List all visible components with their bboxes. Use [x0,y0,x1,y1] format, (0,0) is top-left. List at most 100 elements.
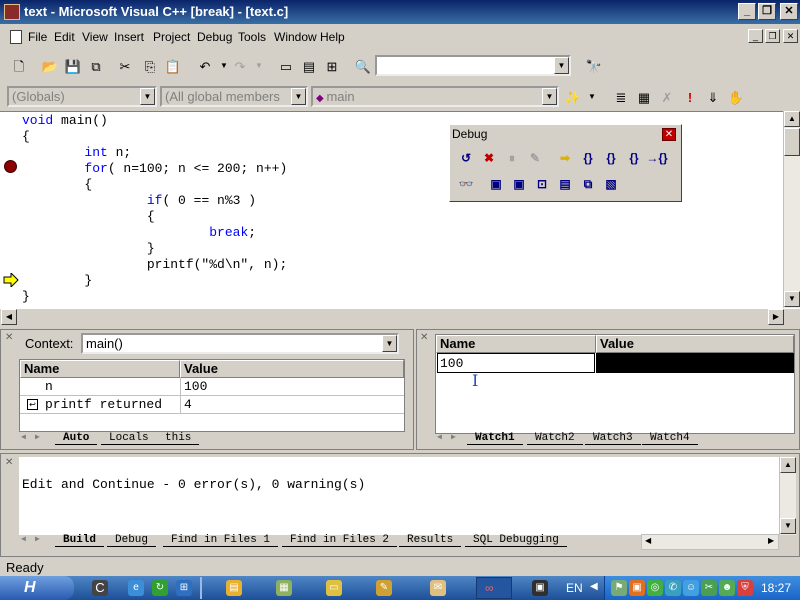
code-line[interactable]: int n; [22,145,131,161]
tab-find-in-files-2[interactable]: Find in Files 2 [282,534,398,547]
table-row[interactable]: 100 [436,353,794,373]
tab-watch4[interactable]: Watch4 [642,432,698,445]
minimize-button[interactable]: _ [738,3,756,20]
tab-auto[interactable]: Auto [55,432,98,445]
stop-debugging-icon[interactable]: ✖ [479,148,499,168]
menu-help[interactable]: Help [320,30,345,44]
ie-icon[interactable]: e [128,580,144,596]
variables-grid[interactable]: Name Value n 100 ↩ printf returned 4 [19,359,405,432]
output-horizontal-scrollbar[interactable]: ◀ ▶ [641,534,779,550]
code-line[interactable]: printf("%d\n", n); [22,257,287,273]
tab-build[interactable]: Build [55,534,105,547]
save-icon[interactable]: 💾 [63,56,83,76]
pane-grip-icon[interactable]: ✕ [5,332,13,343]
wizard-dropdown-icon[interactable]: ▼ [582,87,602,107]
function-combo[interactable]: ◆ main ▼ [311,86,559,107]
scroll-left-icon[interactable]: ◀ [645,536,651,545]
folder-task-icon[interactable]: ▤ [226,580,242,596]
tray-chat-icon[interactable]: ✆ [665,580,681,596]
code-line[interactable]: } [22,289,30,305]
variables-window-icon[interactable]: ▣ [509,174,529,194]
language-indicator[interactable]: EN [566,581,583,595]
redo-icon[interactable]: ↷ [230,56,250,76]
step-out-icon[interactable]: {} [624,148,644,168]
tab-watch3[interactable]: Watch3 [585,432,641,445]
tab-watch2[interactable]: Watch2 [527,432,583,445]
tab-sql-debugging[interactable]: SQL Debugging [465,534,567,547]
watch-window-icon[interactable]: ▣ [486,174,506,194]
tab-find-in-files-1[interactable]: Find in Files 1 [163,534,279,547]
menu-debug[interactable]: Debug [197,30,232,44]
code-line[interactable]: } [22,273,92,289]
chevron-down-icon[interactable]: ▼ [382,335,397,352]
scroll-right-icon[interactable]: ▶ [768,309,784,325]
table-row[interactable]: ↩ printf returned 4 [20,396,404,414]
mdi-minimize-button[interactable]: _ [748,29,763,43]
compile-icon[interactable]: ≣ [611,87,631,107]
close-icon[interactable]: ✕ [662,128,676,141]
chevron-down-icon[interactable]: ▼ [291,88,306,105]
step-over-icon[interactable]: {} [601,148,621,168]
step-into-icon[interactable]: {} [578,148,598,168]
code-line[interactable]: if( 0 == n%3 ) [22,193,256,209]
app-icon[interactable] [4,4,20,20]
tab-scroll-right-icon[interactable]: ▶ [35,432,40,442]
notepad-task-icon[interactable]: ✉ [430,580,446,596]
pane-grip-icon[interactable]: ✕ [5,457,13,468]
tool-task-icon[interactable]: ✎ [376,580,392,596]
output-window-icon[interactable]: ▤ [299,56,319,76]
mdi-restore-button[interactable]: ❐ [765,29,780,43]
tab-debug[interactable]: Debug [107,534,157,547]
tray-tool-icon[interactable]: ✂ [701,580,717,596]
context-combo[interactable]: main() ▼ [81,333,399,354]
menu-tools[interactable]: Tools [238,30,266,44]
tray-app-icon[interactable]: ▣ [629,580,645,596]
column-header-name[interactable]: Name [436,335,596,353]
column-header-value[interactable]: Value [596,335,794,353]
apply-code-changes-icon[interactable]: ✎ [525,148,545,168]
code-line[interactable]: } [22,241,155,257]
tray-qq-icon[interactable]: ☺ [683,580,699,596]
scroll-right-icon[interactable]: ▶ [768,536,774,545]
pane-grip-icon[interactable]: ✕ [420,332,428,343]
show-next-statement-icon[interactable]: ➡ [555,148,575,168]
tab-scroll-right-icon[interactable]: ▶ [451,432,456,442]
tab-results[interactable]: Results [399,534,462,547]
code-line[interactable]: void main() [22,113,108,129]
menu-window[interactable]: Window [274,30,317,44]
find-in-files-icon[interactable]: 🔍 [353,56,373,76]
tab-watch1[interactable]: Watch1 [467,432,523,445]
scroll-left-icon[interactable]: ◀ [1,309,17,325]
paste-icon[interactable]: 📋 [163,56,183,76]
tray-shield-icon[interactable]: ⛨ [737,580,753,596]
wizard-wand-icon[interactable]: ✨ [563,87,583,107]
execute-icon[interactable]: ! [680,87,700,107]
code-line[interactable]: for( n=100; n <= 200; n++) [22,161,287,177]
scroll-up-icon[interactable]: ▲ [784,111,800,127]
debug-toolbar[interactable]: Debug ✕ ↺ ✖ ⏸ ✎ ➡ {} {} {} →{} 👓 ▣ ▣ ⊡ ▤… [449,124,682,202]
table-row[interactable]: n 100 [20,378,404,396]
code-line[interactable]: break; [22,225,256,241]
call-stack-icon[interactable]: ⧉ [578,174,598,194]
tray-frog-icon[interactable]: ☻ [719,580,735,596]
output-vertical-scrollbar[interactable]: ▲ ▼ [779,457,796,535]
windows-icon[interactable]: ⊞ [176,580,192,596]
globals-combo[interactable]: (Globals) ▼ [7,86,157,107]
scroll-down-icon[interactable]: ▼ [784,291,800,307]
console-task-icon[interactable]: ▣ [532,580,548,596]
workspace-icon[interactable]: ▭ [276,56,296,76]
chevron-down-icon[interactable]: ▼ [542,88,557,105]
copy-icon[interactable]: ⎘ [140,56,160,76]
tab-scroll-left-icon[interactable]: ◀ [21,534,26,544]
tab-this[interactable]: this [157,432,200,445]
breakpoint-icon[interactable] [4,160,17,173]
memory-window-icon[interactable]: ▤ [555,174,575,194]
hand-icon[interactable]: ✋ [726,87,746,107]
code-line[interactable]: { [22,129,30,145]
build-icon[interactable]: ▦ [634,87,654,107]
menu-project[interactable]: Project [153,30,190,44]
code-line[interactable]: { [22,209,155,225]
chevron-left-icon[interactable]: ◀ [590,581,598,592]
vc-task-button[interactable]: ∞ [476,577,512,599]
scroll-thumb[interactable] [784,128,800,156]
